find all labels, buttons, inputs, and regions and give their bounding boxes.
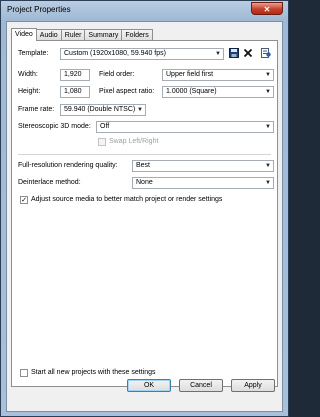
tab-video[interactable]: Video [11, 28, 37, 41]
delete-icon[interactable] [242, 48, 253, 59]
adjust-source-media-checkbox[interactable]: ✓ [20, 196, 28, 204]
chevron-down-icon: ▼ [137, 107, 143, 113]
quality-value: Best [136, 162, 151, 169]
chevron-down-icon: ▼ [265, 180, 271, 186]
frame-rate-value: 59.940 (Double NTSC) [64, 106, 136, 113]
stereo-3d-dropdown[interactable]: Off ▼ [96, 121, 274, 133]
swap-left-right-label: Swap Left/Right [109, 138, 159, 145]
template-dropdown[interactable]: Custom (1920x1080, 59.940 fps) ▼ [60, 48, 224, 60]
tab-strip: Video Audio Ruler Summary Folders [11, 28, 153, 41]
deinterlace-dropdown[interactable]: None ▼ [132, 177, 274, 189]
width-field[interactable]: 1,920 [60, 69, 90, 81]
chevron-down-icon: ▼ [265, 163, 271, 169]
close-button[interactable]: ✕ [251, 2, 283, 15]
field-order-dropdown[interactable]: Upper field first ▼ [162, 69, 274, 81]
pixel-aspect-label: Pixel aspect ratio: [99, 88, 155, 95]
video-tab-panel: Template: Custom (1920x1080, 59.940 fps)… [11, 40, 278, 387]
adjust-source-media-label: Adjust source media to better match proj… [31, 196, 223, 203]
template-value: Custom (1920x1080, 59.940 fps) [64, 50, 166, 57]
start-all-projects-checkbox[interactable] [20, 369, 28, 377]
start-all-projects-label: Start all new projects with these settin… [31, 369, 156, 376]
chevron-down-icon: ▼ [265, 89, 271, 95]
quality-label: Full-resolution rendering quality: [18, 162, 118, 169]
swap-left-right-checkbox[interactable] [98, 138, 106, 146]
height-label: Height: [18, 88, 41, 95]
properties-icon[interactable] [260, 48, 271, 59]
project-properties-window: Project Properties ✕ Video Audio Ruler S… [0, 0, 289, 417]
apply-button[interactable]: Apply [231, 379, 275, 392]
dialog-client: Video Audio Ruler Summary Folders Templa… [6, 21, 283, 412]
stereo-3d-value: Off [100, 123, 110, 130]
width-label: Width: [18, 71, 38, 78]
title-bar: Project Properties ✕ [1, 1, 288, 19]
cancel-button[interactable]: Cancel [179, 379, 223, 392]
divider [18, 154, 271, 155]
window-title: Project Properties [7, 5, 71, 14]
save-icon[interactable] [228, 48, 239, 59]
frame-rate-dropdown[interactable]: 59.940 (Double NTSC) ▼ [60, 104, 146, 116]
height-field[interactable]: 1,080 [60, 86, 90, 98]
chevron-down-icon: ▼ [265, 72, 271, 78]
deinterlace-value: None [136, 179, 153, 186]
ok-button[interactable]: OK [127, 379, 171, 392]
template-label: Template: [18, 50, 49, 57]
pixel-aspect-value: 1.0000 (Square) [166, 88, 217, 95]
deinterlace-label: Deinterlace method: [18, 179, 81, 186]
chevron-down-icon: ▼ [215, 51, 221, 57]
stereo-3d-label: Stereoscopic 3D mode: [18, 123, 91, 130]
field-order-value: Upper field first [166, 71, 214, 78]
field-order-label: Field order: [99, 71, 135, 78]
pixel-aspect-dropdown[interactable]: 1.0000 (Square) ▼ [162, 86, 274, 98]
frame-rate-label: Frame rate: [18, 106, 55, 113]
chevron-down-icon: ▼ [265, 124, 271, 130]
quality-dropdown[interactable]: Best ▼ [132, 160, 274, 172]
